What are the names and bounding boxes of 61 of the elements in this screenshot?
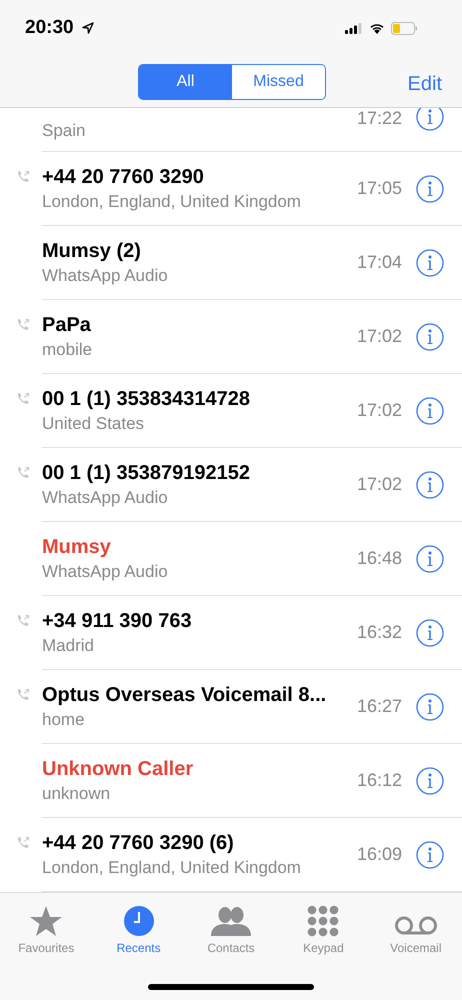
- call-detail: United States: [42, 414, 146, 434]
- caller-name: Unknown Caller: [42, 758, 194, 780]
- tab-bar-item[interactable]: Voicemail: [370, 893, 462, 959]
- call-time: 16:12: [356, 770, 402, 791]
- call-detail: mobile: [42, 340, 94, 360]
- call-time: 17:02: [356, 400, 402, 421]
- battery-icon: [391, 22, 418, 34]
- wifi-icon: [369, 22, 385, 34]
- info-icon[interactable]: [416, 108, 444, 131]
- info-icon[interactable]: [416, 544, 444, 572]
- info-icon[interactable]: [416, 766, 444, 794]
- call-detail: unknown: [42, 784, 112, 804]
- caller-name: Mumsy: [42, 536, 112, 558]
- tab-bar-item[interactable]: Keypad: [277, 893, 370, 959]
- edit-button[interactable]: Edit: [408, 72, 442, 96]
- tab-bar-item[interactable]: Recents: [92, 893, 185, 959]
- caller-name: +34 911 390 763: [42, 610, 193, 632]
- voicemail-icon: [392, 915, 439, 937]
- call-detail: WhatsApp Audio: [42, 488, 169, 508]
- info-icon[interactable]: [416, 840, 444, 868]
- info-icon[interactable]: [416, 322, 444, 350]
- call-detail: WhatsApp Audio: [42, 562, 169, 582]
- caller-name: 00 1 (1) 353879192152: [42, 462, 251, 484]
- call-time: 17:05: [356, 178, 402, 199]
- call-time: 16:32: [356, 622, 402, 643]
- caller-name: PaPa: [42, 314, 92, 336]
- call-time: 17:22: [356, 108, 402, 129]
- caller-name: Mumsy (2): [42, 240, 142, 262]
- call-detail: London, England, United Kingdom: [42, 858, 302, 878]
- call-detail: home: [42, 710, 86, 730]
- tab-bar-item[interactable]: Contacts: [184, 893, 278, 959]
- caller-name: +44 20 7760 3290: [42, 166, 205, 188]
- filter-tab[interactable]: All: [139, 65, 232, 99]
- call-time: 16:27: [356, 696, 402, 717]
- call-detail: WhatsApp Audio: [42, 266, 169, 286]
- keypad-icon: [307, 905, 340, 937]
- filter-tab[interactable]: Missed: [232, 65, 325, 99]
- status-time: 20:30: [25, 17, 74, 39]
- call-detail: Madrid: [42, 636, 95, 656]
- clock-icon: [122, 905, 155, 937]
- contacts-icon: [210, 905, 252, 937]
- caller-name: Optus Overseas Voicemail 8...: [42, 684, 328, 706]
- call-time: 17:02: [356, 326, 402, 347]
- info-icon[interactable]: [416, 396, 444, 424]
- call-time: 16:48: [356, 548, 402, 569]
- tab-bar-item[interactable]: Favourites: [0, 893, 92, 959]
- caller-name: 00 1 (1) 353834314728: [42, 388, 251, 410]
- call-detail: Spain: [42, 121, 86, 141]
- caller-name: +44 20 7760 3290 (6): [42, 832, 235, 854]
- info-icon[interactable]: [416, 470, 444, 498]
- call-time: 16:09: [356, 844, 402, 865]
- call-time: 17:04: [356, 252, 402, 273]
- location-arrow-icon: [82, 22, 94, 34]
- info-icon[interactable]: [416, 692, 444, 720]
- info-icon[interactable]: [416, 174, 444, 202]
- call-detail: London, England, United Kingdom: [42, 192, 302, 212]
- star-icon: [29, 905, 64, 937]
- info-icon[interactable]: [416, 248, 444, 276]
- signal-icon: [345, 22, 363, 34]
- info-icon[interactable]: [416, 618, 444, 646]
- call-time: 17:02: [356, 474, 402, 495]
